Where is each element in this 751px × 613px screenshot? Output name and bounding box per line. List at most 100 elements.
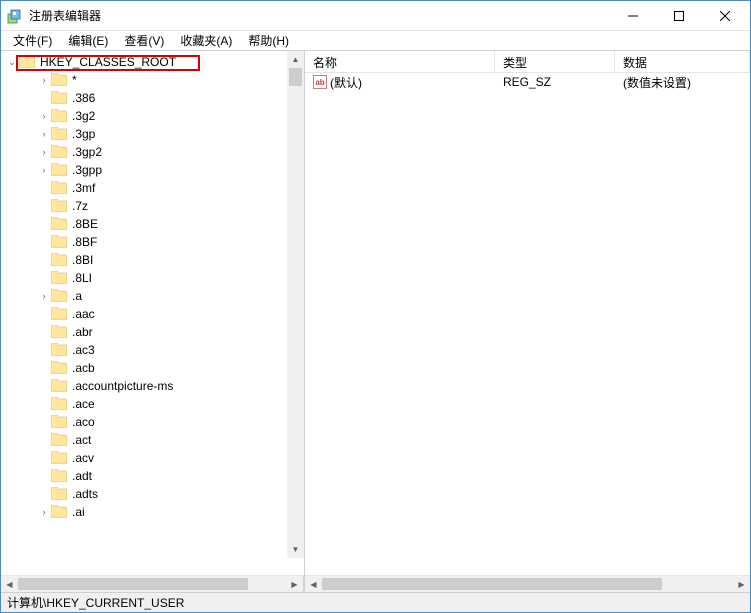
scroll-down-icon[interactable]: ▼ bbox=[287, 541, 304, 558]
scroll-left-icon[interactable]: ◀ bbox=[305, 576, 322, 592]
tree-node[interactable]: .8LI bbox=[1, 269, 304, 287]
expand-icon[interactable]: › bbox=[37, 291, 51, 301]
values-pane: 名称 类型 数据 ab(默认)REG_SZ(数值未设置) ◀ ▶ bbox=[305, 51, 750, 592]
tree-node[interactable]: .aco bbox=[1, 413, 304, 431]
tree-node-label: .acv bbox=[70, 451, 96, 465]
tree-node-label: .act bbox=[70, 433, 93, 447]
tree-node[interactable]: › .ai bbox=[1, 503, 304, 521]
tree-node[interactable]: .act bbox=[1, 431, 304, 449]
list-horizontal-scrollbar[interactable]: ◀ ▶ bbox=[305, 575, 750, 592]
folder-icon bbox=[51, 91, 67, 105]
tree-node-label: .aac bbox=[70, 307, 97, 321]
tree-node-root[interactable]: ⌄ HKEY_CLASSES_ROOT bbox=[1, 53, 304, 71]
menu-help[interactable]: 帮助(H) bbox=[240, 30, 297, 51]
tree-node-label: .8LI bbox=[70, 271, 94, 285]
folder-icon bbox=[51, 361, 67, 375]
scroll-thumb[interactable] bbox=[322, 578, 662, 590]
scroll-up-icon[interactable]: ▲ bbox=[287, 51, 304, 68]
tree-node[interactable]: .ac3 bbox=[1, 341, 304, 359]
collapse-icon[interactable]: ⌄ bbox=[5, 57, 19, 68]
folder-icon bbox=[19, 55, 35, 69]
menu-favorites[interactable]: 收藏夹(A) bbox=[172, 30, 240, 51]
values-list[interactable]: ab(默认)REG_SZ(数值未设置) bbox=[305, 73, 750, 575]
scroll-thumb[interactable] bbox=[289, 68, 302, 86]
value-data: (数值未设置) bbox=[615, 74, 750, 91]
main-area: ⌄HKEY_CLASSES_ROOT›*.386›.3g2›.3gp›.3gp2… bbox=[1, 51, 750, 592]
close-button[interactable] bbox=[702, 1, 748, 31]
tree-node[interactable]: ›.a bbox=[1, 287, 304, 305]
tree-node[interactable]: .aac bbox=[1, 305, 304, 323]
tree-horizontal-scrollbar[interactable]: ◀ ▶ bbox=[1, 575, 304, 592]
expand-icon[interactable]: › bbox=[37, 111, 51, 121]
tree-node-label: .3mf bbox=[70, 181, 97, 195]
tree-node-label: HKEY_CLASSES_ROOT bbox=[38, 55, 178, 69]
tree-node-label: .7z bbox=[70, 199, 90, 213]
scroll-left-icon[interactable]: ◀ bbox=[1, 576, 18, 592]
tree-node[interactable]: › .3g2 bbox=[1, 107, 304, 125]
folder-icon bbox=[51, 181, 67, 195]
minimize-button[interactable] bbox=[610, 1, 656, 31]
tree-vertical-scrollbar[interactable]: ▲ ▼ bbox=[287, 51, 304, 558]
app-icon bbox=[7, 8, 23, 24]
tree-node[interactable]: .ace bbox=[1, 395, 304, 413]
expand-icon[interactable]: › bbox=[37, 165, 51, 175]
tree-node-label: .8BE bbox=[70, 217, 100, 231]
expand-icon[interactable]: › bbox=[37, 129, 51, 139]
tree-node[interactable]: .7z bbox=[1, 197, 304, 215]
tree-node-label: .abr bbox=[70, 325, 95, 339]
tree-node-label: .ai bbox=[70, 505, 87, 519]
tree-node-label: .adt bbox=[70, 469, 94, 483]
tree-node[interactable]: .386 bbox=[1, 89, 304, 107]
column-data[interactable]: 数据 bbox=[615, 51, 750, 72]
tree-node[interactable]: .8BE bbox=[1, 215, 304, 233]
scroll-right-icon[interactable]: ▶ bbox=[286, 576, 303, 592]
tree-pane: ⌄HKEY_CLASSES_ROOT›*.386›.3g2›.3gp›.3gp2… bbox=[1, 51, 305, 592]
column-name[interactable]: 名称 bbox=[305, 51, 495, 72]
status-path: 计算机\HKEY_CURRENT_USER bbox=[7, 594, 184, 611]
tree-node[interactable]: .accountpicture-ms bbox=[1, 377, 304, 395]
titlebar: 注册表编辑器 bbox=[1, 1, 750, 31]
tree-node[interactable]: .8BI bbox=[1, 251, 304, 269]
registry-editor-window: 注册表编辑器 文件(F) 编辑(E) 查看(V) 收藏夹(A) 帮助(H) ⌄ H… bbox=[0, 0, 751, 613]
tree-node[interactable]: › .3gpp bbox=[1, 161, 304, 179]
tree-node[interactable]: .abr bbox=[1, 323, 304, 341]
tree-node[interactable]: .acb bbox=[1, 359, 304, 377]
value-row[interactable]: ab(默认)REG_SZ(数值未设置) bbox=[305, 73, 750, 91]
tree-node-label: .ac3 bbox=[70, 343, 97, 357]
tree-node-label: .ace bbox=[70, 397, 97, 411]
tree-node-label: .3gp2 bbox=[70, 145, 104, 159]
tree-node-label: .8BF bbox=[70, 235, 99, 249]
scroll-thumb[interactable] bbox=[18, 578, 248, 590]
folder-icon bbox=[51, 145, 67, 159]
tree-node[interactable]: › .3gp2 bbox=[1, 143, 304, 161]
folder-icon bbox=[51, 325, 67, 339]
folder-icon bbox=[51, 505, 67, 519]
folder-icon bbox=[51, 379, 67, 393]
expand-icon[interactable]: › bbox=[37, 147, 51, 157]
expand-icon[interactable]: › bbox=[37, 507, 51, 517]
tree-node-label: .3g2 bbox=[70, 109, 97, 123]
tree-node[interactable]: .8BF bbox=[1, 233, 304, 251]
tree-node[interactable]: .adt bbox=[1, 467, 304, 485]
folder-icon bbox=[51, 109, 67, 123]
scroll-right-icon[interactable]: ▶ bbox=[733, 576, 750, 592]
tree-node-label: .3gpp bbox=[70, 163, 104, 177]
expand-icon[interactable]: › bbox=[37, 75, 51, 85]
tree-node[interactable]: .adts bbox=[1, 485, 304, 503]
tree-node[interactable]: .acv bbox=[1, 449, 304, 467]
menu-file[interactable]: 文件(F) bbox=[5, 30, 60, 51]
menu-edit[interactable]: 编辑(E) bbox=[60, 30, 116, 51]
folder-icon bbox=[51, 433, 67, 447]
statusbar: 计算机\HKEY_CURRENT_USER bbox=[1, 592, 750, 612]
maximize-button[interactable] bbox=[656, 1, 702, 31]
tree-node[interactable]: .3mf bbox=[1, 179, 304, 197]
menu-view[interactable]: 查看(V) bbox=[116, 30, 172, 51]
folder-icon bbox=[51, 253, 67, 267]
tree-node[interactable]: ›.3gp bbox=[1, 125, 304, 143]
tree-node[interactable]: ›* bbox=[1, 71, 304, 89]
value-name: (默认) bbox=[330, 74, 362, 91]
folder-icon bbox=[51, 73, 67, 87]
registry-tree[interactable]: ⌄HKEY_CLASSES_ROOT›*.386›.3g2›.3gp›.3gp2… bbox=[1, 51, 304, 523]
folder-icon bbox=[51, 289, 67, 303]
column-type[interactable]: 类型 bbox=[495, 51, 615, 72]
